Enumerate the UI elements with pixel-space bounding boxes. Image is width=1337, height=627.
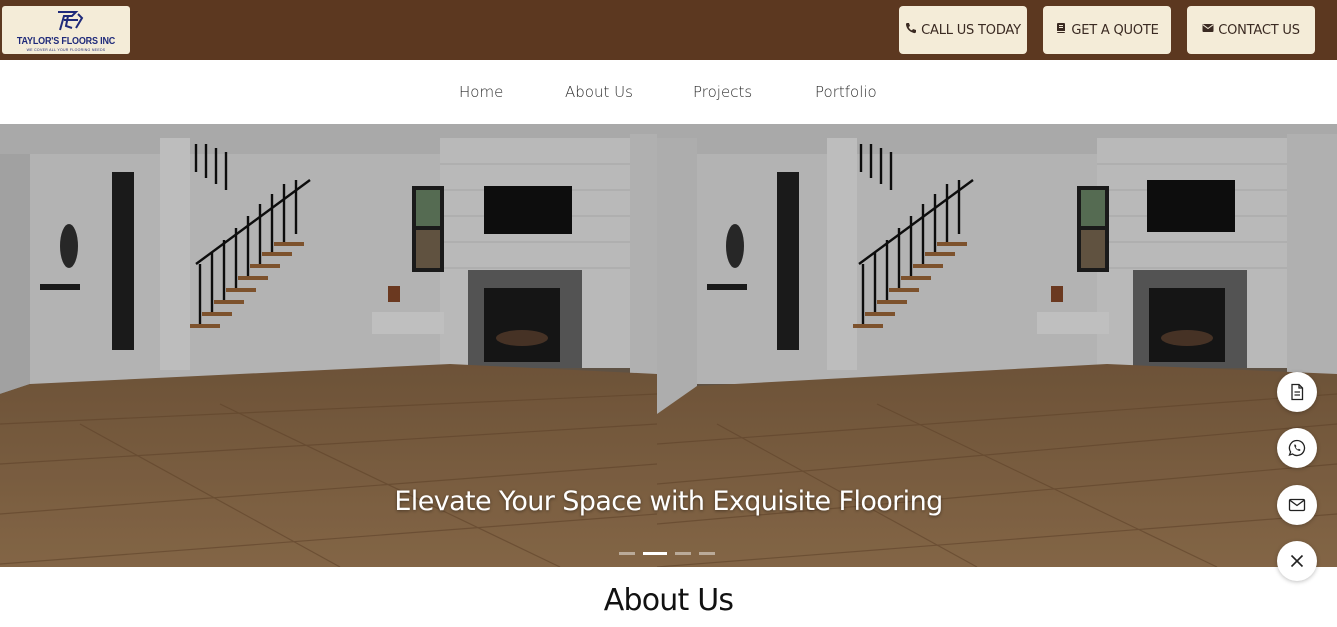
close-icon bbox=[1290, 554, 1304, 568]
whatsapp-icon bbox=[1288, 439, 1306, 457]
carousel-dot[interactable] bbox=[675, 552, 691, 555]
get-quote-label: GET A QUOTE bbox=[1071, 22, 1159, 38]
brand-name: TAYLOR'S FLOORS INC bbox=[16, 36, 116, 47]
about-heading: About Us bbox=[603, 583, 734, 618]
document-button[interactable] bbox=[1277, 372, 1317, 412]
get-quote-button[interactable]: GET A QUOTE bbox=[1043, 6, 1171, 54]
nav-item-portfolio[interactable]: Portfolio bbox=[815, 83, 877, 101]
top-bar: TAYLOR'S FLOORS INC WE COVER ALL YOUR FL… bbox=[0, 0, 1337, 60]
contact-us-button[interactable]: CONTACT US bbox=[1187, 6, 1315, 54]
call-us-button[interactable]: CALL US TODAY bbox=[899, 6, 1027, 54]
nav-item-about-us[interactable]: About Us bbox=[565, 83, 633, 101]
carousel-dot[interactable] bbox=[699, 552, 715, 555]
call-us-label: CALL US TODAY bbox=[921, 22, 1021, 38]
document-icon bbox=[1291, 383, 1304, 401]
mail-icon bbox=[1288, 498, 1306, 512]
brand-logo[interactable]: TAYLOR'S FLOORS INC WE COVER ALL YOUR FL… bbox=[2, 6, 130, 54]
brand-tagline: WE COVER ALL YOUR FLOORING NEEDS bbox=[26, 48, 106, 52]
hero-title: Elevate Your Space with Exquisite Floori… bbox=[394, 486, 943, 517]
close-button[interactable] bbox=[1277, 541, 1317, 581]
whatsapp-button[interactable] bbox=[1277, 428, 1317, 468]
main-nav: Home About Us Projects Portfolio bbox=[0, 60, 1337, 124]
phone-icon bbox=[906, 23, 917, 34]
hero-carousel[interactable]: Elevate Your Space with Exquisite Floori… bbox=[0, 124, 1337, 567]
carousel-dot-active[interactable] bbox=[643, 552, 667, 555]
mail-button[interactable] bbox=[1277, 485, 1317, 525]
nav-item-projects[interactable]: Projects bbox=[693, 83, 752, 101]
carousel-dot[interactable] bbox=[619, 552, 635, 555]
book-icon bbox=[1057, 23, 1066, 33]
nav-item-home[interactable]: Home bbox=[459, 83, 503, 101]
envelope-icon bbox=[1202, 24, 1214, 32]
contact-us-label: CONTACT US bbox=[1218, 22, 1300, 38]
